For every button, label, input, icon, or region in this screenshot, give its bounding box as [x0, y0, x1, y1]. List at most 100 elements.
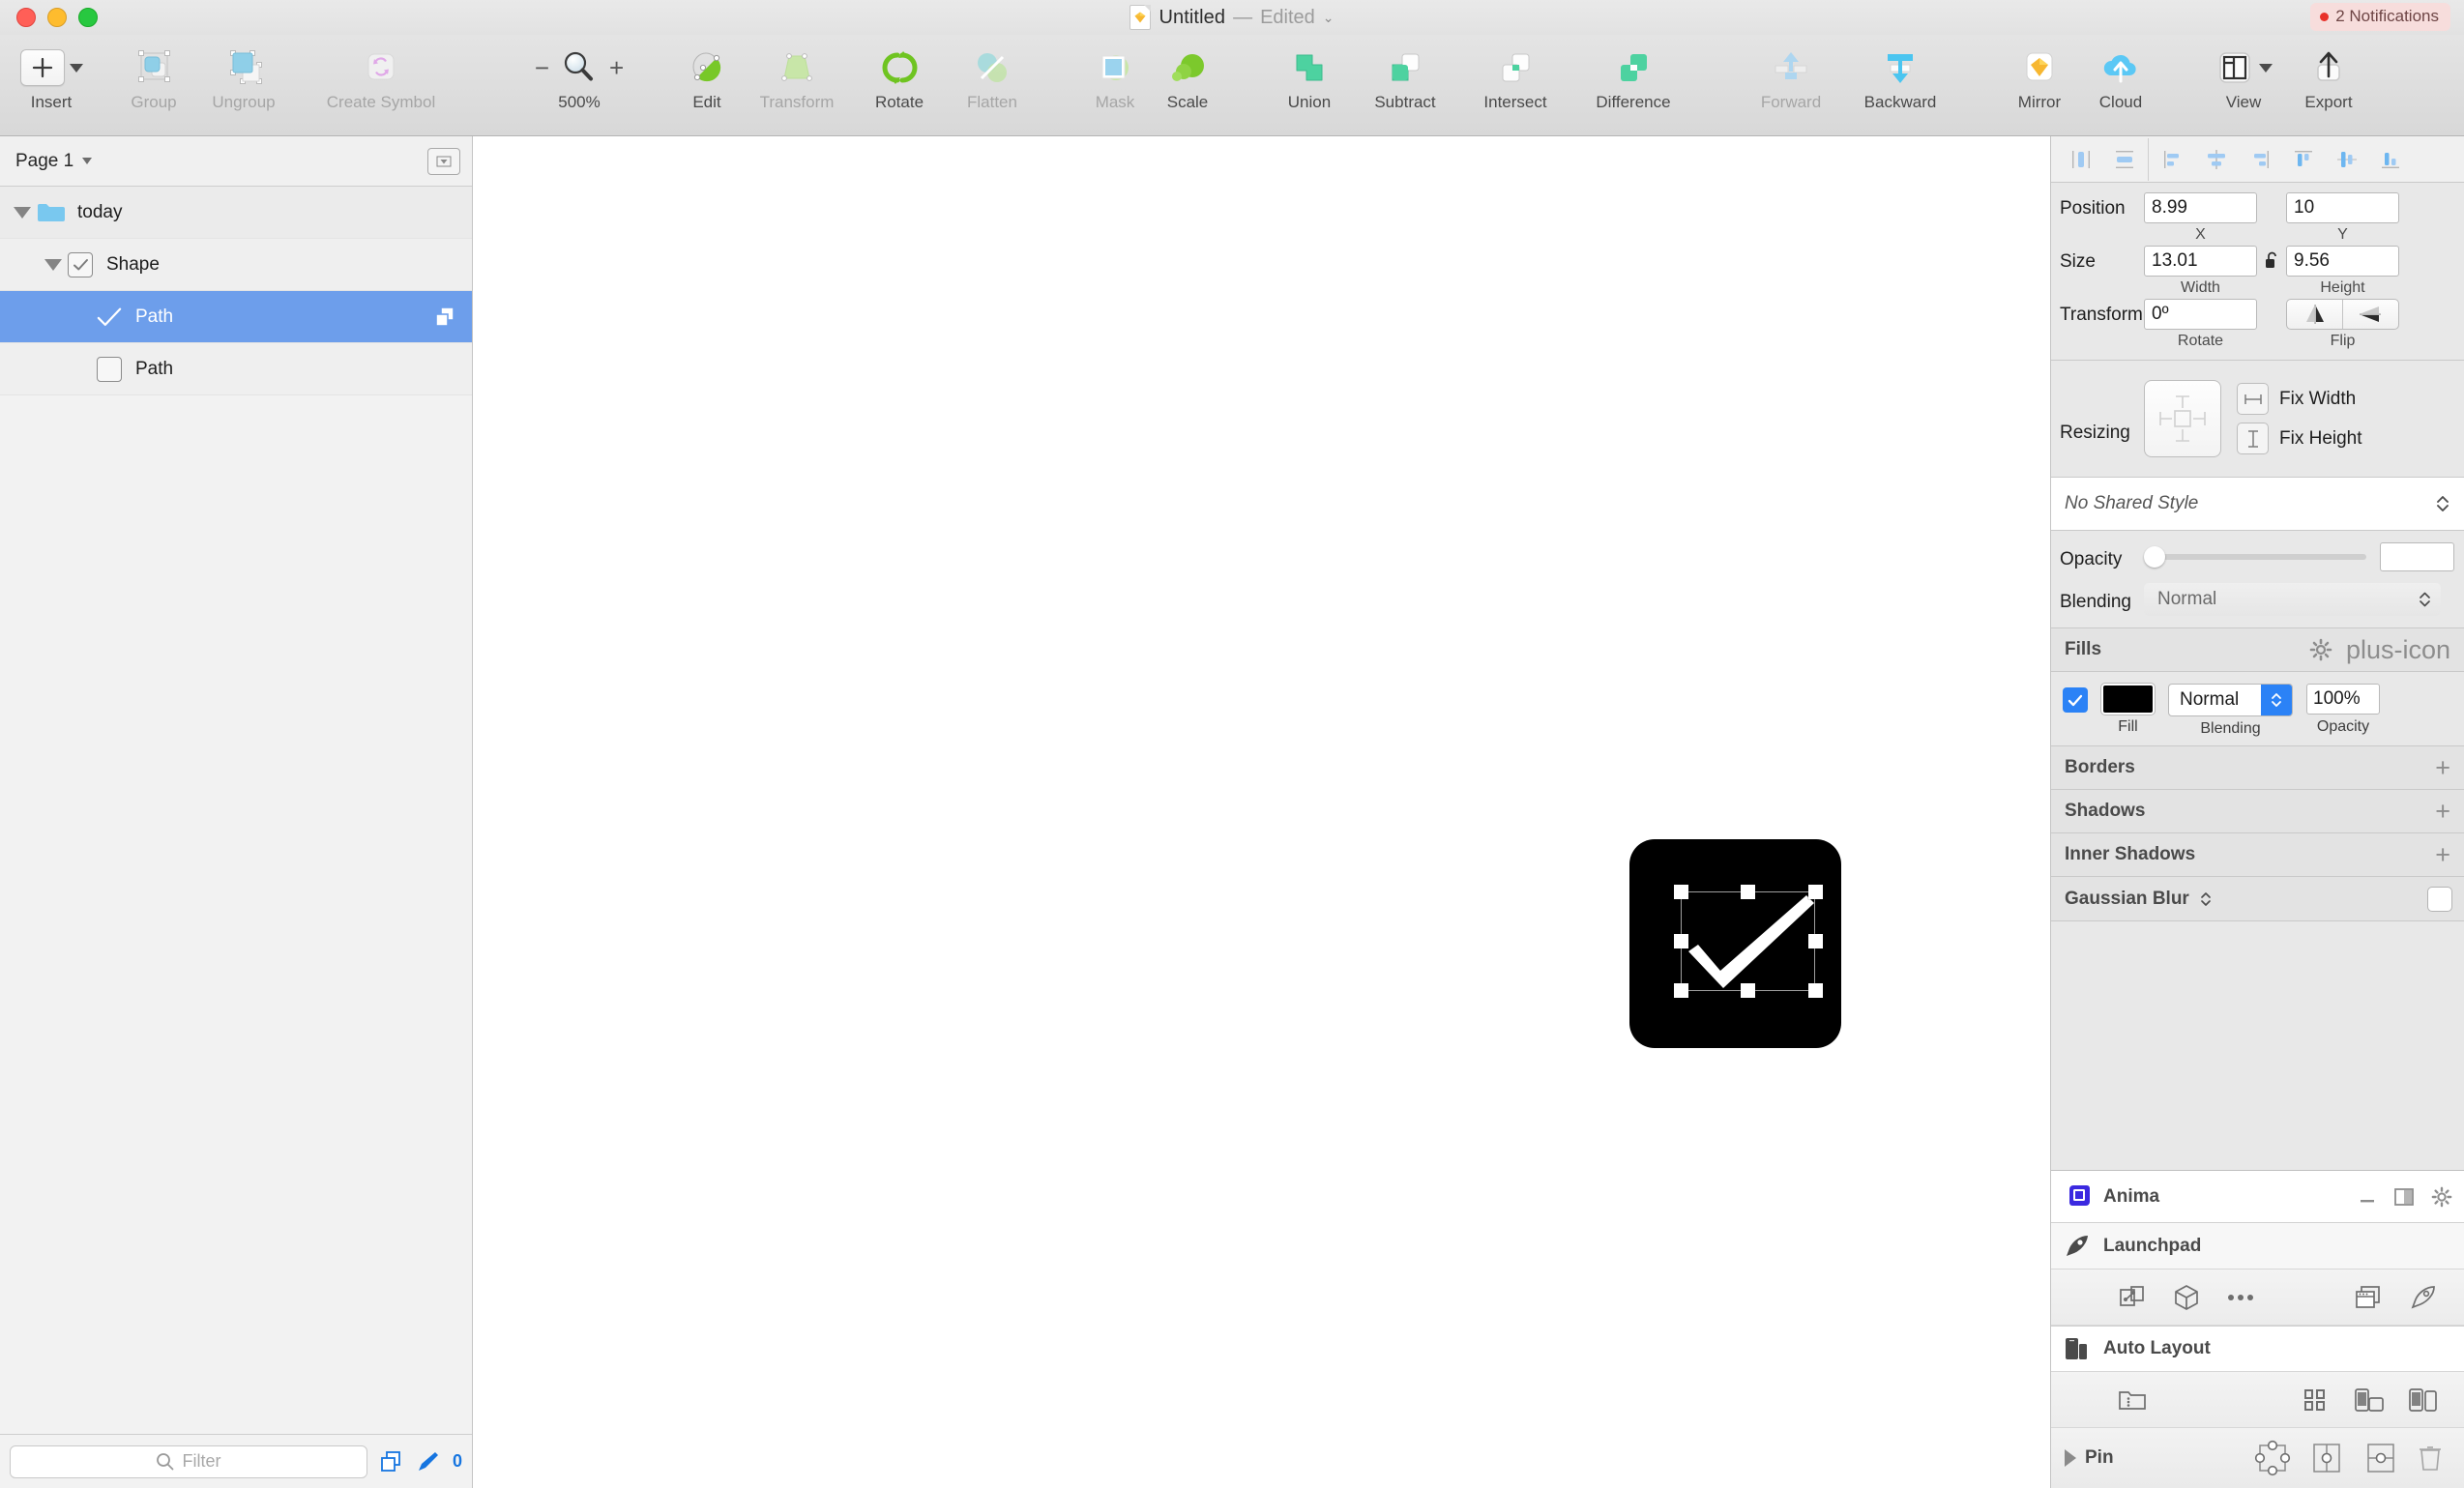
cube-icon[interactable] — [2159, 1284, 2214, 1311]
align-bottom-icon[interactable] — [2368, 138, 2412, 181]
stepper-up-down-icon[interactable] — [2261, 685, 2292, 715]
fix-height-option[interactable]: Fix Height — [2237, 423, 2362, 454]
zoom-in-icon[interactable]: + — [609, 55, 624, 80]
selection-handle-middle-right[interactable] — [1808, 934, 1823, 948]
layer-path-checkmark-icon[interactable] — [97, 305, 122, 330]
fill-blending-select[interactable]: Normal — [2168, 684, 2293, 716]
selection-handle-top-right[interactable] — [1808, 885, 1823, 899]
toolbar-transform[interactable]: Transform — [739, 35, 855, 110]
fill-color-swatch[interactable] — [2101, 684, 2155, 715]
toolbar-difference[interactable]: Difference — [1572, 35, 1694, 110]
add-border-button[interactable]: + — [2435, 754, 2450, 781]
add-inner-shadow-button[interactable]: + — [2435, 841, 2450, 868]
selection-handle-top-left[interactable] — [1674, 885, 1688, 899]
gear-icon[interactable] — [2309, 638, 2332, 661]
toolbar-mask[interactable]: Mask — [1079, 35, 1151, 110]
size-width-input[interactable]: 13.01 — [2144, 246, 2257, 277]
layer-visibility-checkbox[interactable] — [68, 251, 93, 277]
gear-icon[interactable] — [2431, 1186, 2452, 1208]
selection-handle-bottom-left[interactable] — [1674, 983, 1688, 998]
align-vcenter-icon[interactable] — [2325, 138, 2368, 181]
plus-icon[interactable] — [19, 49, 65, 86]
layer-row-shape[interactable]: Shape — [0, 239, 472, 291]
fix-height-icon[interactable] — [2237, 423, 2269, 454]
view-chevron-down-icon[interactable] — [2258, 63, 2273, 73]
disclosure-triangle-icon[interactable] — [8, 206, 37, 219]
up-down-chevron-icon[interactable] — [2199, 890, 2213, 909]
align-left-icon[interactable] — [2151, 138, 2194, 181]
stack-folder-icon[interactable] — [2105, 1387, 2159, 1413]
add-fill-button[interactable]: plus-icon — [2346, 636, 2450, 663]
panel-toggle-icon[interactable] — [2393, 1186, 2415, 1208]
selection-handle-bottom-center[interactable] — [1741, 983, 1755, 998]
toolbar-create-symbol[interactable]: Create Symbol — [294, 35, 468, 110]
resize-pad-icon[interactable] — [2144, 380, 2221, 457]
layer-row-today[interactable]: today — [0, 187, 472, 239]
maximize-window-button[interactable] — [78, 8, 98, 27]
rotate-input[interactable]: 0º — [2144, 299, 2257, 330]
pin-horizontal-center-icon[interactable] — [2300, 1438, 2354, 1478]
toolbar-export[interactable]: Export — [2284, 35, 2373, 110]
selection-handle-middle-left[interactable] — [1674, 934, 1688, 948]
checkmark-path[interactable] — [1681, 891, 1815, 991]
opacity-slider[interactable] — [2144, 546, 2366, 568]
design-canvas[interactable] — [473, 136, 2050, 1488]
notifications-badge[interactable]: 2 Notifications — [2310, 3, 2450, 31]
link-export-icon[interactable] — [2105, 1284, 2159, 1311]
pen-icon[interactable] — [416, 1450, 441, 1473]
trash-icon[interactable] — [2408, 1444, 2452, 1473]
rocket-outline-icon[interactable] — [2396, 1284, 2450, 1311]
grid-icon[interactable] — [2288, 1387, 2342, 1413]
toolbar-insert[interactable]: Insert — [0, 35, 85, 110]
page-options-icon[interactable] — [427, 147, 460, 175]
up-down-chevron-icon[interactable] — [2435, 493, 2450, 514]
distribute-v-icon[interactable] — [2102, 138, 2146, 181]
flip-horizontal-icon[interactable] — [2287, 300, 2342, 329]
duplicate-icon[interactable] — [379, 1450, 404, 1473]
toolbar-backward[interactable]: Backward — [1843, 35, 1957, 110]
toolbar-edit[interactable]: Edit — [675, 35, 739, 110]
align-top-icon[interactable] — [2281, 138, 2325, 181]
toolbar-mirror[interactable]: Mirror — [1998, 35, 2081, 110]
size-height-input[interactable]: 9.56 — [2286, 246, 2399, 277]
pin-vertical-center-icon[interactable] — [2354, 1438, 2408, 1478]
fill-opacity-input[interactable]: 100% — [2306, 684, 2380, 715]
toolbar-forward[interactable]: Forward — [1739, 35, 1843, 110]
browser-windows-icon[interactable] — [2342, 1285, 2396, 1310]
layer-row-path[interactable]: Path — [0, 343, 472, 395]
pin-edges-icon[interactable] — [2245, 1438, 2300, 1478]
unlocked-padlock-icon[interactable] — [2257, 246, 2286, 270]
distribute-h-icon[interactable] — [2059, 138, 2102, 181]
layer-visibility-checkbox[interactable] — [97, 356, 122, 382]
disclosure-triangle-icon[interactable] — [39, 258, 68, 271]
add-shadow-button[interactable]: + — [2435, 798, 2450, 825]
minimize-window-button[interactable] — [47, 8, 67, 27]
toolbar-zoom[interactable]: − + 500% — [516, 35, 642, 110]
opacity-input[interactable] — [2380, 542, 2454, 571]
auto-layout-plugin-header[interactable]: Auto Layout — [2051, 1326, 2464, 1372]
toolbar-scale[interactable]: Scale — [1151, 35, 1224, 110]
position-y-input[interactable]: 10 — [2286, 192, 2399, 223]
toolbar-flatten[interactable]: Flatten — [944, 35, 1041, 110]
page-selector[interactable]: Page 1 — [15, 151, 93, 172]
toolbar-subtract[interactable]: Subtract — [1352, 35, 1458, 110]
title-chevron-down-icon[interactable]: ⌄ — [1323, 10, 1335, 26]
ellipsis-icon[interactable] — [2214, 1292, 2268, 1303]
fill-enabled-checkbox[interactable] — [2063, 687, 2088, 713]
flip-vertical-icon[interactable] — [2342, 300, 2398, 329]
duplicate-icon[interactable] — [433, 306, 458, 329]
toolbar-intersect[interactable]: Intersect — [1458, 35, 1572, 110]
close-window-button[interactable] — [16, 8, 36, 27]
toolbar-rotate[interactable]: Rotate — [855, 35, 944, 110]
triangle-right-icon[interactable] — [2065, 1449, 2076, 1467]
shared-style-selector[interactable]: No Shared Style — [2051, 478, 2464, 531]
insert-chevron-down-icon[interactable] — [69, 63, 83, 73]
position-x-input[interactable]: 8.99 — [2144, 192, 2257, 223]
gaussian-blur-enabled-checkbox[interactable] — [2427, 886, 2452, 912]
align-hcenter-icon[interactable] — [2194, 138, 2238, 181]
toolbar-group[interactable]: Group — [114, 35, 193, 110]
opacity-slider-knob[interactable] — [2144, 546, 2165, 568]
phone-landscape-icon[interactable] — [2342, 1387, 2396, 1413]
align-right-icon[interactable] — [2238, 138, 2281, 181]
launchpad-plugin-header[interactable]: Launchpad — [2051, 1223, 2464, 1269]
